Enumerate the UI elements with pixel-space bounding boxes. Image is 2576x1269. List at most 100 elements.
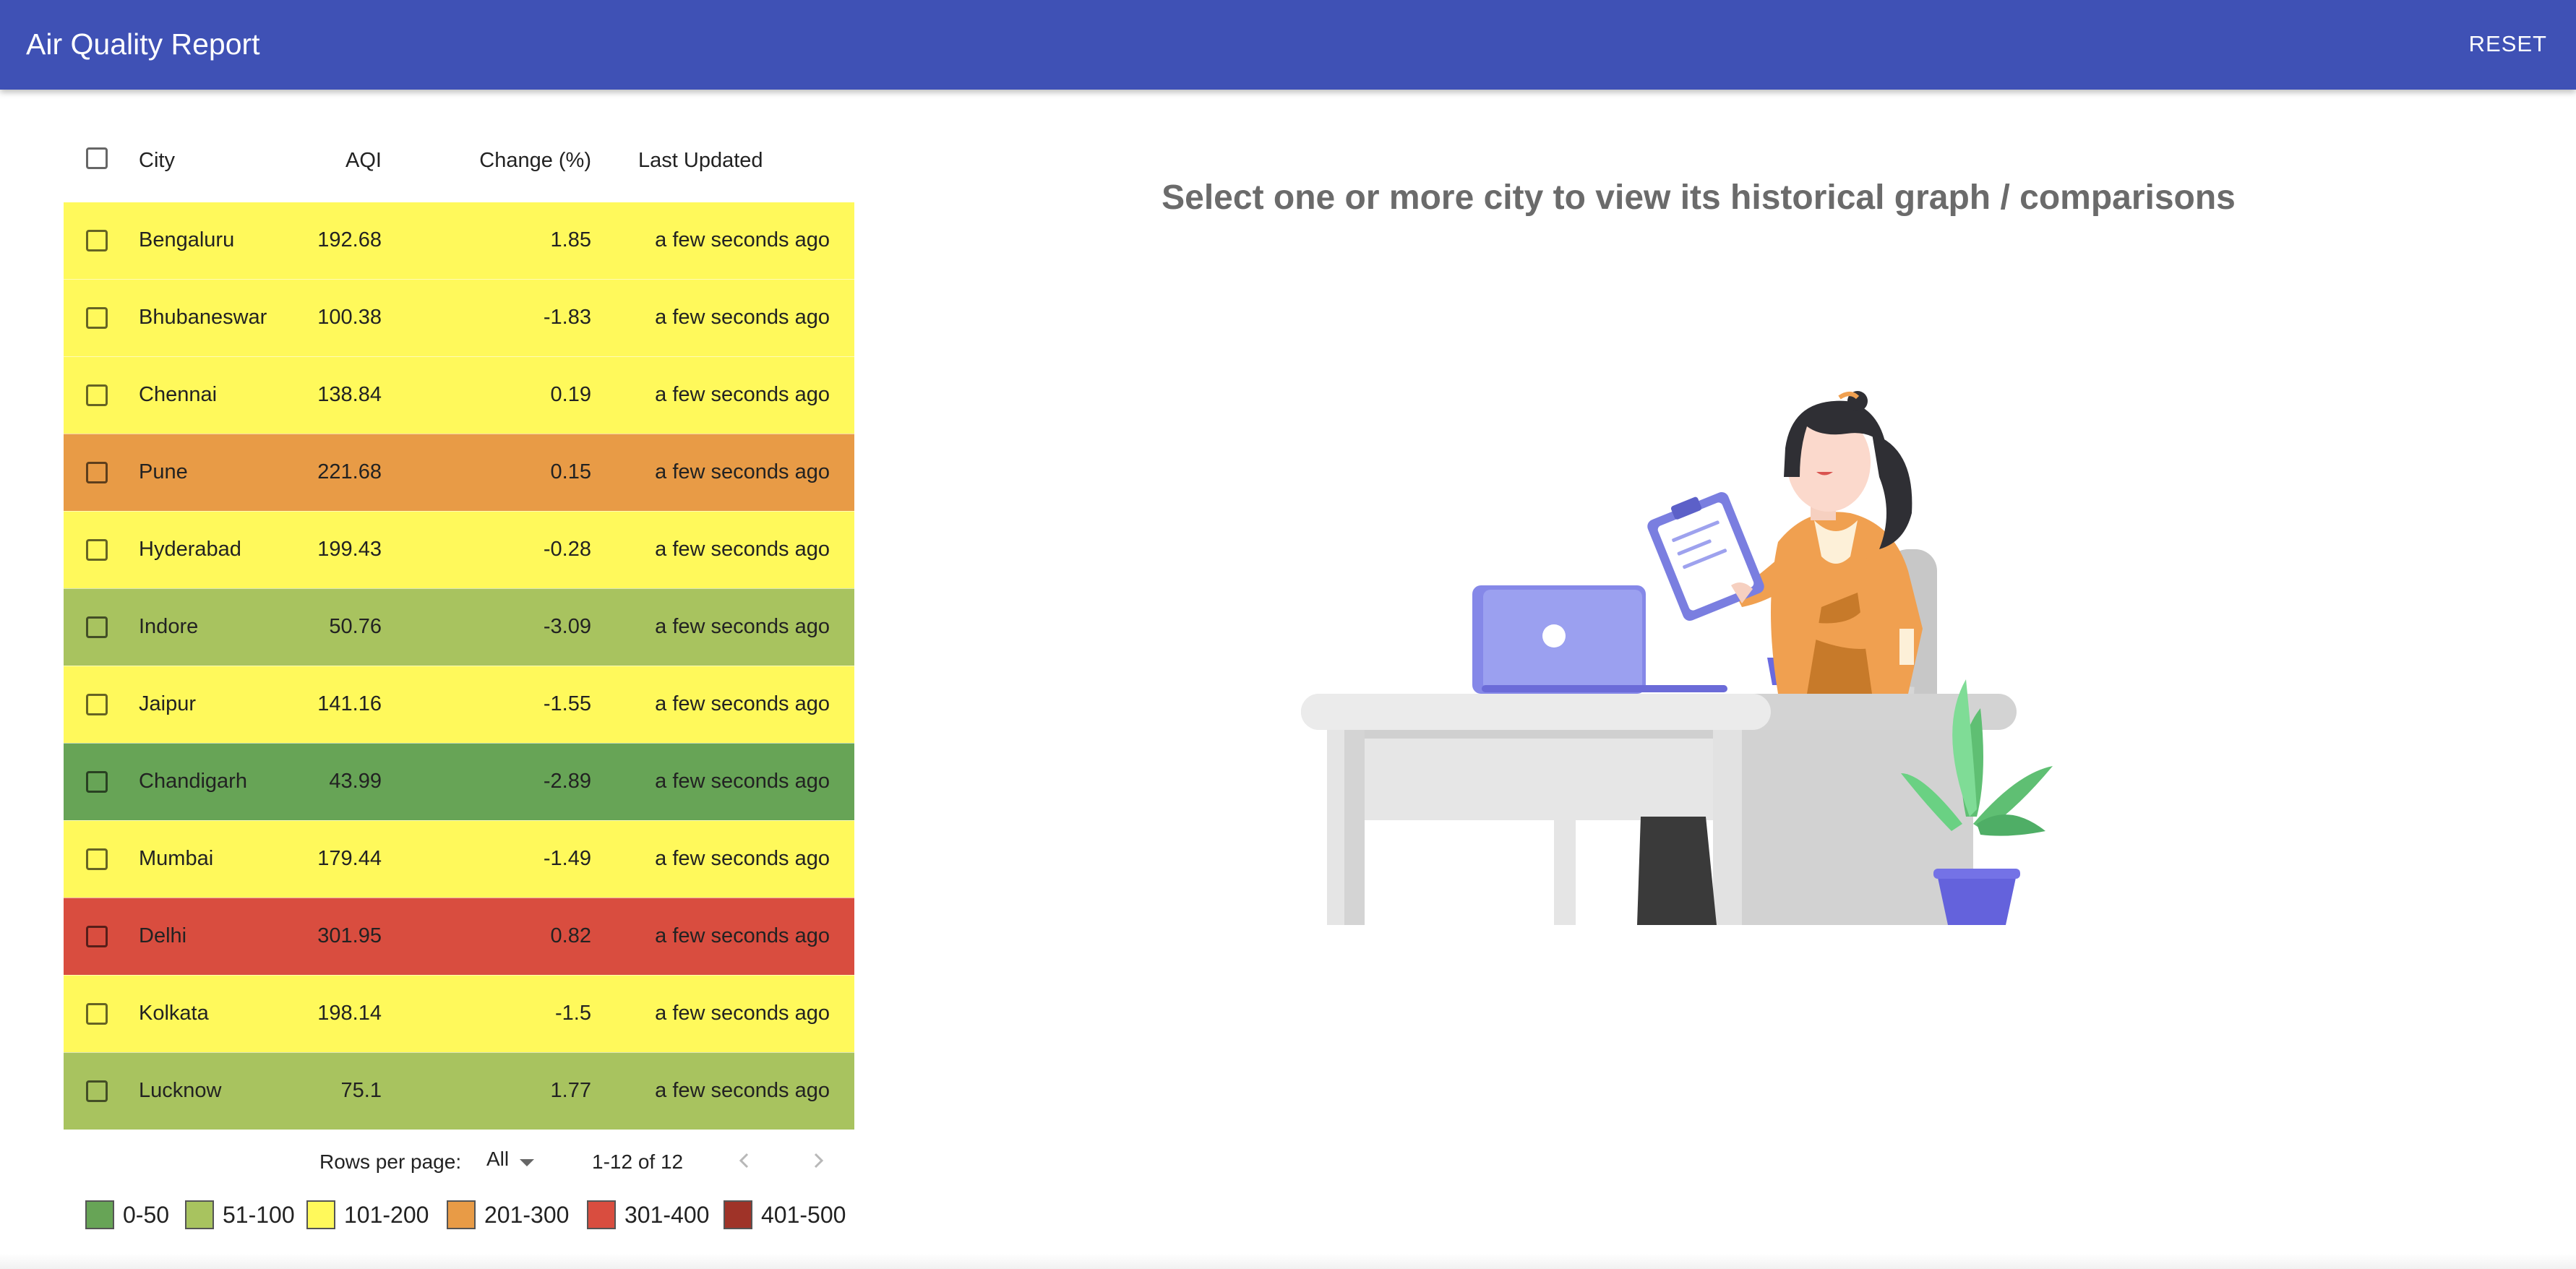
city-cell: Chandigarh xyxy=(139,770,247,793)
app-bar: Air Quality Report RESET xyxy=(0,0,2576,90)
last-updated-cell: a few seconds ago xyxy=(655,306,830,329)
city-cell: Jaipur xyxy=(139,692,196,715)
last-updated-cell: a few seconds ago xyxy=(655,538,830,561)
empty-state-prompt: Select one or more city to view its hist… xyxy=(1162,178,2236,217)
change-cell: -1.49 xyxy=(543,847,591,870)
row-checkbox[interactable] xyxy=(86,384,108,406)
aqi-cell: 199.43 xyxy=(317,538,382,561)
rows-per-page-value: All xyxy=(486,1148,510,1170)
aqi-cell: 221.68 xyxy=(317,460,382,483)
city-cell: Kolkata xyxy=(139,1002,209,1025)
row-checkbox[interactable] xyxy=(86,926,108,947)
next-page-button[interactable] xyxy=(804,1146,833,1175)
table-row[interactable]: Kolkata 198.14 -1.5 a few seconds ago xyxy=(64,975,854,1052)
legend-label: 301-400 xyxy=(624,1202,710,1228)
change-cell: 1.77 xyxy=(550,1079,591,1102)
table-row[interactable]: Chandigarh 43.99 -2.89 a few seconds ago xyxy=(64,743,854,820)
last-updated-cell: a few seconds ago xyxy=(655,1079,830,1102)
change-cell: -1.5 xyxy=(555,1002,591,1025)
last-updated-cell: a few seconds ago xyxy=(655,460,830,483)
last-updated-cell: a few seconds ago xyxy=(655,847,830,870)
aqi-cell: 138.84 xyxy=(317,383,382,406)
last-updated-cell: a few seconds ago xyxy=(655,770,830,793)
city-cell: Mumbai xyxy=(139,847,214,870)
table-row[interactable]: Mumbai 179.44 -1.49 a few seconds ago xyxy=(64,820,854,898)
legend-swatch xyxy=(185,1200,214,1229)
table-row[interactable]: Indore 50.76 -3.09 a few seconds ago xyxy=(64,588,854,666)
change-cell: -2.89 xyxy=(543,770,591,793)
change-cell: -1.55 xyxy=(543,692,591,715)
legend-label: 51-100 xyxy=(223,1202,295,1228)
pagination: Rows per page: All 1-12 of 12 xyxy=(64,1140,854,1181)
table-body: Bengaluru 192.68 1.85 a few seconds ago Bhub… xyxy=(64,202,854,1130)
column-header-city[interactable]: City xyxy=(139,149,175,173)
change-cell: 0.19 xyxy=(550,383,591,406)
table-row[interactable]: Delhi 301.95 0.82 a few seconds ago xyxy=(64,898,854,975)
city-cell: Hyderabad xyxy=(139,538,241,561)
row-checkbox[interactable] xyxy=(86,462,108,483)
change-cell: 0.15 xyxy=(550,460,591,483)
change-cell: -3.09 xyxy=(543,615,591,638)
last-updated-cell: a few seconds ago xyxy=(655,1002,830,1025)
rows-per-page-label: Rows per page: xyxy=(319,1150,462,1173)
table-row[interactable]: Bhubaneswar 100.38 -1.83 a few seconds ago xyxy=(64,279,854,356)
row-checkbox[interactable] xyxy=(86,539,108,561)
legend-label: 201-300 xyxy=(484,1202,570,1228)
reset-button[interactable]: RESET xyxy=(2466,27,2550,61)
last-updated-cell: a few seconds ago xyxy=(655,692,830,715)
aqi-cell: 75.1 xyxy=(340,1079,382,1102)
legend-swatch xyxy=(587,1200,616,1229)
row-checkbox[interactable] xyxy=(86,307,108,329)
legend-swatch xyxy=(724,1200,752,1229)
pagination-range: 1-12 of 12 xyxy=(592,1150,684,1173)
aqi-cell: 198.14 xyxy=(317,1002,382,1025)
table-row[interactable]: Hyderabad 199.43 -0.28 a few seconds ago xyxy=(64,511,854,588)
column-header-last-updated[interactable]: Last Updated xyxy=(638,149,763,173)
city-cell: Indore xyxy=(139,615,199,638)
table-row[interactable]: Lucknow 75.1 1.77 a few seconds ago xyxy=(64,1052,854,1130)
select-all-checkbox[interactable] xyxy=(86,147,108,169)
aqi-cell: 141.16 xyxy=(317,692,382,715)
legend-swatch xyxy=(447,1200,476,1229)
last-updated-cell: a few seconds ago xyxy=(655,924,830,947)
woman-at-desk-illustration xyxy=(1301,391,2053,925)
legend-label: 401-500 xyxy=(761,1202,846,1228)
aqi-cell: 179.44 xyxy=(317,847,382,870)
column-header-aqi[interactable]: AQI xyxy=(345,149,382,173)
city-cell: Chennai xyxy=(139,383,218,406)
aqi-cell: 301.95 xyxy=(317,924,382,947)
city-cell: Bhubaneswar xyxy=(139,306,267,329)
row-checkbox[interactable] xyxy=(86,848,108,870)
aqi-cell: 43.99 xyxy=(329,770,382,793)
table-row[interactable]: Bengaluru 192.68 1.85 a few seconds ago xyxy=(64,202,854,279)
city-cell: Lucknow xyxy=(139,1079,222,1102)
legend-label: 101-200 xyxy=(344,1202,429,1228)
previous-page-button[interactable] xyxy=(730,1146,759,1175)
column-header-change[interactable]: Change (%) xyxy=(479,149,591,173)
row-checkbox[interactable] xyxy=(86,1003,108,1025)
last-updated-cell: a few seconds ago xyxy=(655,383,830,406)
legend-label: 0-50 xyxy=(123,1202,170,1228)
table-row[interactable]: Chennai 138.84 0.19 a few seconds ago xyxy=(64,356,854,434)
row-checkbox[interactable] xyxy=(86,616,108,638)
change-cell: 1.85 xyxy=(550,228,591,251)
row-checkbox[interactable] xyxy=(86,694,108,715)
table-header: City AQI Change (%) Last Updated xyxy=(64,124,854,202)
app-title: Air Quality Report xyxy=(26,27,260,61)
chevron-left-icon xyxy=(739,1153,749,1169)
row-checkbox[interactable] xyxy=(86,1080,108,1102)
row-checkbox[interactable] xyxy=(86,771,108,793)
aqi-cell: 192.68 xyxy=(317,228,382,251)
change-cell: -1.83 xyxy=(543,306,591,329)
aqi-table: City AQI Change (%) Last Updated Bengalu… xyxy=(64,124,854,1130)
table-row[interactable]: Pune 221.68 0.15 a few seconds ago xyxy=(64,434,854,511)
aqi-cell: 100.38 xyxy=(317,306,382,329)
last-updated-cell: a few seconds ago xyxy=(655,228,830,251)
page-bottom-shadow xyxy=(0,1254,2576,1269)
legend-swatch xyxy=(85,1200,114,1229)
city-cell: Pune xyxy=(139,460,188,483)
change-cell: -0.28 xyxy=(543,538,591,561)
table-row[interactable]: Jaipur 141.16 -1.55 a few seconds ago xyxy=(64,666,854,743)
change-cell: 0.82 xyxy=(550,924,591,947)
row-checkbox[interactable] xyxy=(86,230,108,251)
